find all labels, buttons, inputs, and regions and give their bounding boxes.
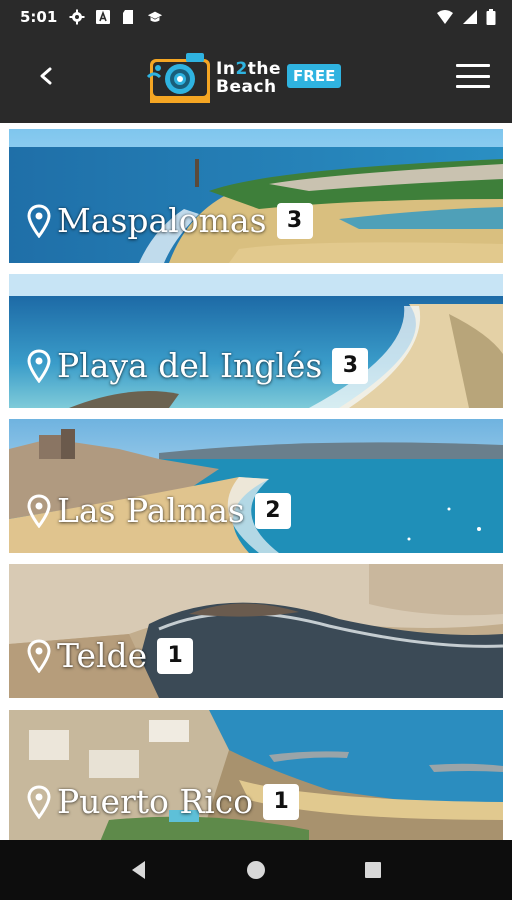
menu-line xyxy=(456,74,490,78)
logo-text-the: the xyxy=(247,58,282,79)
logo-wordmark: In2the Beach xyxy=(216,58,282,97)
menu-line xyxy=(456,64,490,67)
back-button[interactable] xyxy=(30,60,62,92)
camera-icon xyxy=(146,53,210,103)
recents-square-icon[interactable] xyxy=(362,859,384,881)
font-icon xyxy=(96,9,111,24)
beach-count-badge: 3 xyxy=(276,202,313,239)
location-label: Playa del Inglés 3 xyxy=(27,346,369,385)
wifi-icon xyxy=(437,9,453,24)
logo-text-in: In xyxy=(216,58,236,79)
map-pin-icon xyxy=(27,348,51,383)
location-name: Telde xyxy=(57,636,148,675)
location-card-las-palmas[interactable]: Las Palmas 2 xyxy=(9,419,503,553)
cellular-signal-icon xyxy=(463,9,477,24)
hamburger-menu-button[interactable] xyxy=(452,59,494,93)
map-pin-icon xyxy=(27,493,51,528)
location-label: Telde 1 xyxy=(27,636,194,675)
status-system-icons xyxy=(436,8,496,25)
location-card-puerto-rico[interactable]: Puerto Rico 1 xyxy=(9,710,503,840)
beach-count-badge: 2 xyxy=(254,492,291,529)
beach-photo xyxy=(9,419,503,553)
location-label: Las Palmas 2 xyxy=(27,491,291,530)
system-navigation-bar xyxy=(0,840,512,900)
location-name: Maspalomas xyxy=(57,201,267,240)
beach-count-badge: 1 xyxy=(157,637,194,674)
app-logo: In2the Beach FREE xyxy=(146,47,346,109)
battery-icon xyxy=(486,8,496,25)
home-circle-icon[interactable] xyxy=(245,859,267,881)
beach-count-badge: 3 xyxy=(332,347,369,384)
graduation-cap-icon xyxy=(148,11,163,22)
location-name: Playa del Inglés xyxy=(57,346,323,385)
status-bar: 5:01 xyxy=(0,0,512,33)
gear-icon xyxy=(69,9,85,24)
location-name: Puerto Rico xyxy=(57,782,254,821)
location-label: Puerto Rico 1 xyxy=(27,782,300,821)
beach-count-badge: 1 xyxy=(263,783,300,820)
logo-text-beach: Beach xyxy=(216,76,277,97)
beach-photo xyxy=(9,274,503,408)
location-label: Maspalomas 3 xyxy=(27,201,313,240)
beach-photo xyxy=(9,129,503,263)
location-card-playa-del-ingles[interactable]: Playa del Inglés 3 xyxy=(9,274,503,408)
sd-card-icon xyxy=(123,9,134,24)
beach-location-list: Maspalomas 3 Playa del Inglés 3 Las Palm… xyxy=(0,123,512,840)
status-time: 5:01 xyxy=(20,7,58,26)
map-pin-icon xyxy=(27,638,51,673)
location-card-telde[interactable]: Telde 1 xyxy=(9,564,503,698)
back-triangle-icon[interactable] xyxy=(128,859,150,881)
menu-line xyxy=(456,85,490,88)
beach-photo xyxy=(9,564,503,698)
status-notification-icons xyxy=(69,9,163,25)
map-pin-icon xyxy=(27,784,51,819)
map-pin-icon xyxy=(27,203,51,238)
free-badge: FREE xyxy=(287,64,342,88)
back-arrow-icon xyxy=(40,67,52,85)
logo-text-two: 2 xyxy=(235,58,248,79)
location-card-maspalomas[interactable]: Maspalomas 3 xyxy=(9,129,503,263)
location-name: Las Palmas xyxy=(57,491,245,530)
app-header: In2the Beach FREE xyxy=(0,33,512,123)
